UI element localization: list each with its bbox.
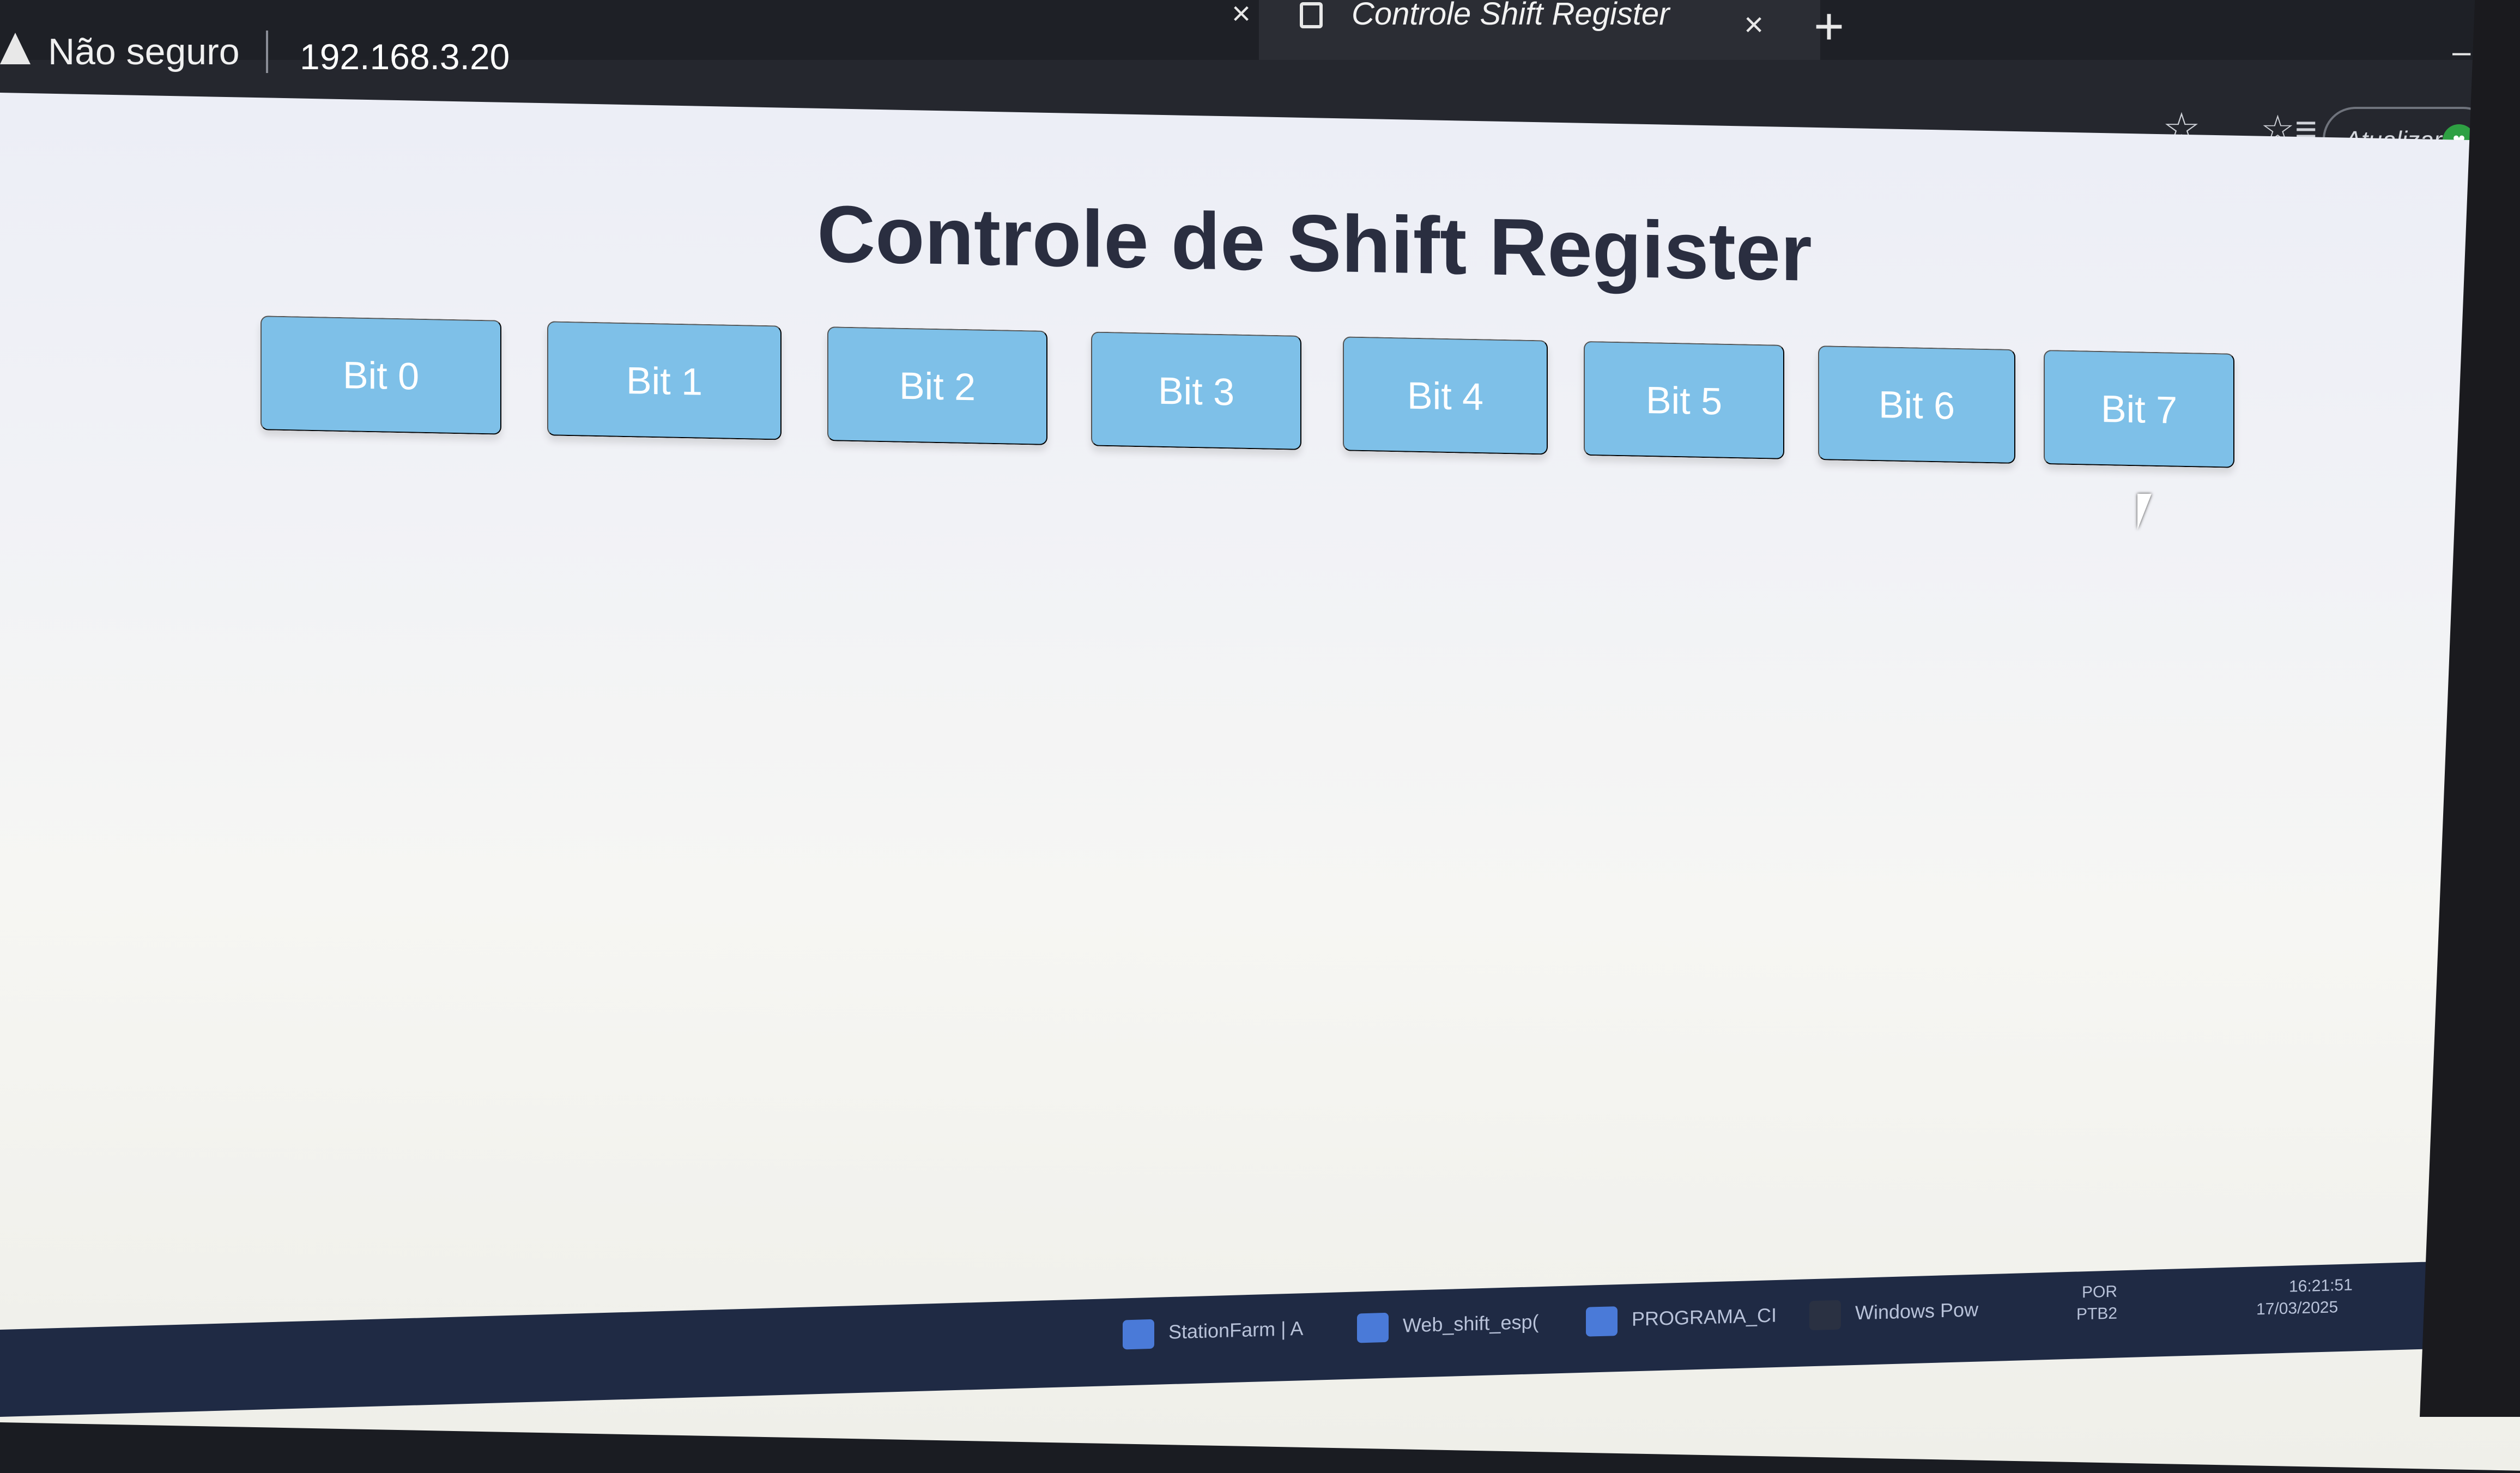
clock-time[interactable]: 16:21:51: [2289, 1276, 2353, 1296]
bit-4-button[interactable]: Bit 4: [1343, 336, 1548, 455]
url-field[interactable]: 192.168.3.20: [300, 36, 510, 77]
taskbar-item-label: Web_shift_esp(: [1403, 1310, 1539, 1337]
app-icon: [1586, 1306, 1618, 1337]
bit-7-button[interactable]: Bit 7: [2044, 350, 2234, 468]
page-content: Controle de Shift Register Bit 0 Bit 1 B…: [0, 93, 2520, 1471]
bit-0-button[interactable]: Bit 0: [261, 316, 501, 435]
taskbar-item-label: PROGRAMA_CI: [1632, 1304, 1777, 1330]
bit-3-button[interactable]: Bit 3: [1091, 331, 1301, 450]
warning-icon[interactable]: [0, 33, 31, 64]
bit-button-row: Bit 0 Bit 1 Bit 2 Bit 3 Bit 4 Bit 5 Bit …: [261, 316, 2234, 474]
security-indicator[interactable]: Não seguro: [48, 31, 240, 73]
bit-1-button[interactable]: Bit 1: [547, 321, 782, 440]
page-title: Controle de Shift Register: [817, 189, 1812, 298]
bit-2-button[interactable]: Bit 2: [827, 326, 1047, 445]
taskbar-item-label: StationFarm | A: [1168, 1317, 1304, 1343]
mouse-cursor-icon: [2137, 494, 2152, 530]
taskbar-item[interactable]: StationFarm | A: [1123, 1315, 1303, 1353]
keyboard-indicator[interactable]: PTB2: [2076, 1304, 2117, 1324]
taskbar-item[interactable]: Web_shift_esp(: [1357, 1308, 1538, 1346]
bit-6-button[interactable]: Bit 6: [1818, 345, 2015, 464]
address-bar[interactable]: Não seguro 192.168.3.20: [0, 11, 2520, 93]
clock-date[interactable]: 17/03/2025: [2256, 1298, 2338, 1319]
language-indicator[interactable]: POR: [2082, 1282, 2117, 1302]
app-icon: [1357, 1312, 1389, 1343]
taskbar-item[interactable]: PROGRAMA_CI: [1586, 1302, 1777, 1340]
address-divider: [266, 31, 268, 73]
app-icon: [1123, 1319, 1154, 1350]
bit-5-button[interactable]: Bit 5: [1584, 341, 1784, 459]
taskbar-item[interactable]: Windows Pow: [1809, 1296, 1978, 1334]
terminal-icon: [1809, 1300, 1841, 1331]
taskbar-item-label: Windows Pow: [1855, 1298, 1979, 1324]
